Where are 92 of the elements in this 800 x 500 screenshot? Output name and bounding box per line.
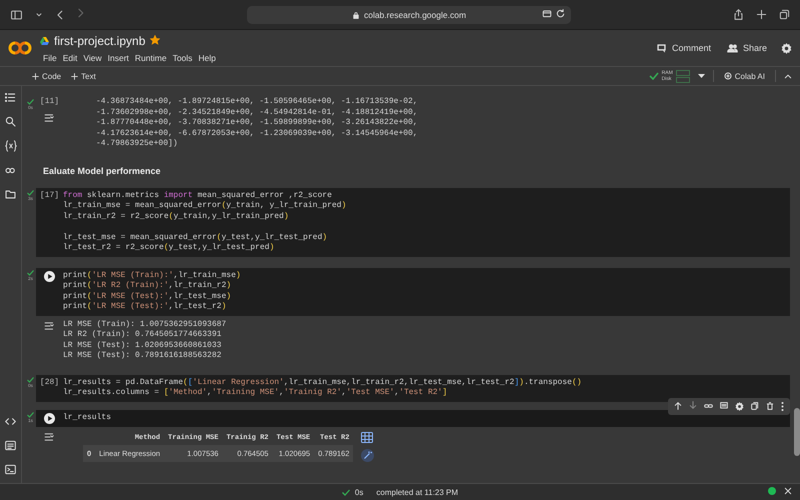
scrollbar-thumb[interactable]: [794, 408, 800, 456]
more-options-icon[interactable]: [781, 402, 784, 410]
menu-item[interactable]: Help: [195, 52, 219, 64]
share-icon[interactable]: [733, 9, 744, 20]
output-line: -4.79863925e+00]): [96, 139, 179, 150]
table-of-contents-icon[interactable]: [5, 92, 16, 103]
dropdown-caret-icon[interactable]: [698, 74, 705, 78]
delete-icon[interactable]: [766, 402, 774, 410]
menu-item[interactable]: Runtime: [132, 52, 170, 64]
code-cell[interactable]: [28] lr_results = pd.DataFrame(['Linear Regression',lr_train_mse,lr_train_r2,lr_test_mse,lr_test_r2]).transpose() lr_results.columns = ['Method','Training MSE','Trainig R2','Test MSE','Test R2']: [36, 374, 790, 402]
code-line: lr_results: [63, 412, 112, 423]
people-icon: [726, 42, 738, 54]
plus-icon: [32, 72, 39, 80]
execution-count: [17]: [40, 190, 60, 201]
collapse-chevron-icon[interactable]: [784, 72, 792, 80]
code-line: from sklearn.metrics import mean_squared_error ,r2_score: [63, 190, 333, 201]
add-cell-button[interactable]: Code: [30, 70, 64, 82]
code-cell[interactable]: print('LR MSE (Train):',lr_train_mse) print('LR R2 (Train):',lr_train_r2) print('LR MSE (Test):',lr_test_mse) print('LR MSE (Test):',lr_test_r2): [36, 268, 790, 316]
code-line: lr_results.columns = ['Method','Training MSE','Trainig R2','Test MSE','Test R2']: [63, 388, 448, 398]
url-text: colab.research.google.com: [364, 10, 466, 20]
sidebar-icon[interactable]: [10, 8, 23, 20]
command-palette-icon[interactable]: [5, 440, 16, 451]
output-line: LR R2 (Train): 0.7645051774663391: [63, 330, 222, 340]
search-icon[interactable]: [5, 116, 16, 127]
notebook-title[interactable]: first-project.ipynb: [54, 34, 146, 48]
status-message: completed at 11:23 PM: [376, 488, 458, 496]
output-line: -1.73602998e+00, -2.34521849e+00, -4.54942814e-01, -4.18812419e+00,: [96, 108, 418, 118]
colab-ai-button[interactable]: Colab AI: [722, 70, 767, 82]
code-line: lr_test_mse = mean_squared_error(y_test,y_lr_test_pred): [63, 232, 328, 243]
output-line: LR MSE (Train): 1.0075362951093687: [63, 320, 226, 330]
plus-icon[interactable]: [756, 9, 767, 20]
forward-icon[interactable]: [76, 6, 85, 18]
share-button[interactable]: Share: [724, 40, 769, 56]
comment-button[interactable]: Comment: [654, 40, 713, 56]
table-view-icon[interactable]: [361, 432, 374, 442]
tabs-icon[interactable]: [779, 9, 790, 20]
lock-icon: [352, 10, 360, 18]
code-cell[interactable]: [36, 188, 790, 256]
address-bar[interactable]: colab.research.google.com: [247, 6, 571, 24]
output-line: LR MSE (Test): 0.7891616188563282: [63, 351, 222, 362]
plus-icon: [71, 72, 78, 80]
resource-meter-icon: [676, 70, 690, 82]
run-button[interactable]: [44, 270, 55, 282]
terminal-icon[interactable]: [5, 464, 16, 475]
code-line: print('LR MSE (Test):',lr_test_r2): [63, 302, 228, 312]
code-line: lr_test_r2 = r2_score(y_test,y_lr_test_pred): [63, 243, 276, 254]
colab-logo-icon[interactable]: [8, 40, 32, 56]
menu-item[interactable]: File: [40, 52, 60, 64]
reload-icon[interactable]: [556, 8, 565, 18]
add-cell-button[interactable]: Text: [69, 70, 98, 82]
drive-icon: [40, 37, 49, 45]
folder-icon[interactable]: [5, 189, 16, 200]
output-line: -4.17623614e+00, -6.67872053e+00, -1.23069039e+00, -3.14545964e+00,: [96, 128, 418, 139]
menu-item[interactable]: View: [80, 52, 105, 64]
star-icon[interactable]: [150, 35, 160, 45]
output-line: -4.36873484e+00, -1.89724815e+00, -1.50596465e+00, -1.16713539e-02,: [96, 97, 418, 108]
comment-icon[interactable]: [720, 402, 728, 410]
output-toggle-icon[interactable]: [44, 432, 55, 442]
move-down-icon[interactable]: [689, 400, 697, 408]
output-toggle-icon[interactable]: [44, 112, 55, 122]
copy-icon[interactable]: [751, 402, 759, 410]
run-button[interactable]: [44, 412, 55, 424]
menu-item[interactable]: Edit: [60, 52, 80, 64]
link-icon[interactable]: [704, 402, 713, 410]
code-line: lr_train_r2 = r2_score(y_train,y_lr_train_pred): [63, 212, 290, 222]
reader-icon[interactable]: [542, 8, 552, 18]
code-snippets-icon[interactable]: [5, 416, 16, 427]
execution-time: 0s: [354, 488, 364, 496]
section-heading: Ealuate Model performence: [42, 166, 162, 176]
output-line: LR MSE (Test): 1.0206953660861033: [63, 340, 222, 351]
move-up-icon[interactable]: [674, 402, 682, 410]
check-icon: [648, 72, 659, 80]
settings-icon[interactable]: [735, 402, 744, 410]
output-line: -1.87770448e+00, -3.70838271e+00, -1.59899899e+00, -3.26143822e+00,: [96, 118, 418, 128]
comment-icon: [656, 42, 667, 54]
check-icon: [342, 488, 350, 496]
menu-item[interactable]: Tools: [170, 52, 196, 64]
close-icon[interactable]: [784, 487, 792, 495]
menu-item[interactable]: Insert: [104, 52, 132, 64]
code-line: lr_train_mse = mean_squared_error(y_train, y_lr_train_pred): [63, 201, 348, 212]
variables-icon[interactable]: [4, 140, 16, 152]
code-line: print('LR MSE (Train):',lr_train_mse): [63, 270, 242, 281]
back-icon[interactable]: [55, 8, 64, 20]
code-line: print('LR MSE (Test):',lr_test_mse): [63, 292, 232, 302]
execution-count: [28]: [40, 378, 60, 388]
code-line: lr_results = pd.DataFrame(['Linear Regression',lr_train_mse,lr_train_r2,lr_test_mse,lr_test_r2]).transpose(): [63, 378, 583, 388]
execution-count: [11]: [40, 97, 60, 108]
code-cell[interactable]: lr_results: [36, 410, 790, 426]
magic-wand-icon[interactable]: [361, 448, 374, 462]
settings-icon[interactable]: [781, 42, 792, 54]
output-toggle-icon[interactable]: [44, 320, 55, 330]
code-line: print('LR R2 (Train):',lr_train_r2): [63, 281, 232, 292]
